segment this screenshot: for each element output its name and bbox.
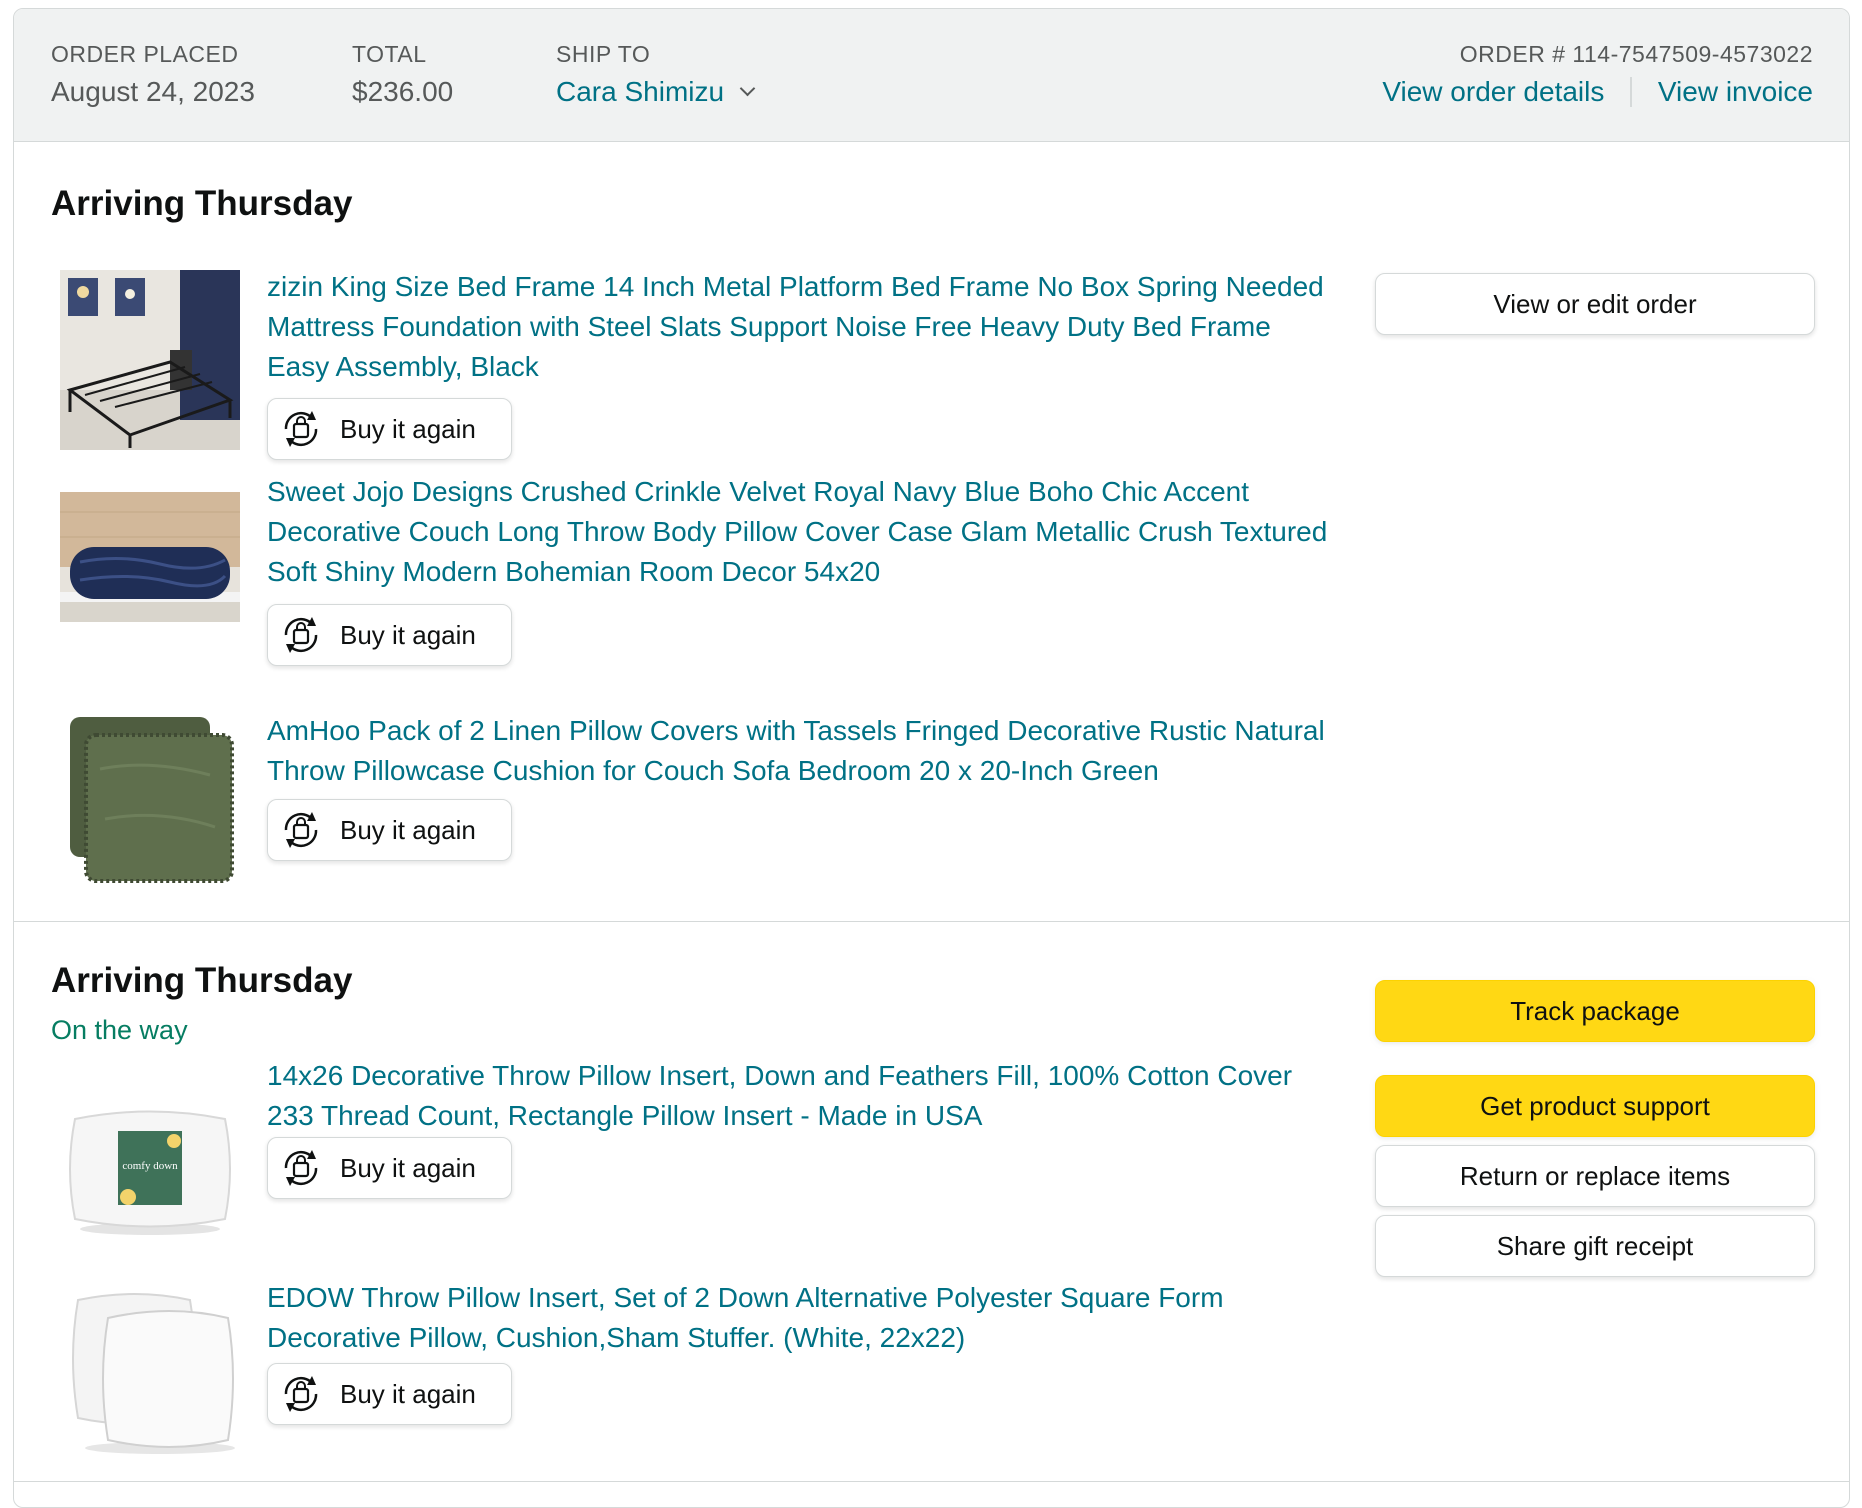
navy-body-pillow-image[interactable] (60, 487, 240, 627)
buy-again-icon (276, 1369, 326, 1419)
buy-again-icon (276, 404, 326, 454)
white-pillow-inserts-image[interactable] (60, 1278, 240, 1458)
ship-to-name[interactable]: Cara Shimizu (556, 76, 724, 108)
order-links: View order details View invoice (1382, 76, 1813, 108)
buy-it-again-button[interactable]: Buy it again (267, 799, 512, 861)
order-placed-date: August 24, 2023 (51, 76, 255, 107)
link-divider (1630, 77, 1632, 107)
buy-again-icon (276, 610, 326, 660)
buy-it-again-label: Buy it again (340, 619, 476, 650)
ship-to-label: SHIP TO (556, 41, 651, 67)
order-total-label: TOTAL (352, 41, 427, 67)
buy-again-icon (276, 805, 326, 855)
pillow-tag-text: comfy down (122, 1160, 178, 1172)
order-total-value: $236.00 (352, 76, 454, 107)
buy-it-again-label: Buy it again (340, 814, 476, 845)
buy-it-again-label: Buy it again (340, 1152, 476, 1183)
buy-it-again-button[interactable]: Buy it again (267, 1137, 512, 1199)
bed-frame-image[interactable] (60, 270, 240, 450)
order-placed-section: ORDER PLACED August 24, 2023 (51, 41, 255, 108)
shipment-status: On the way (51, 1015, 188, 1045)
share-gift-receipt-button[interactable]: Share gift receipt (1375, 1215, 1815, 1277)
order-card: ORDER PLACED August 24, 2023 TOTAL $236.… (13, 8, 1850, 1508)
order-header: ORDER PLACED August 24, 2023 TOTAL $236.… (14, 9, 1849, 142)
buy-it-again-button[interactable]: Buy it again (267, 1363, 512, 1425)
buy-it-again-button[interactable]: Buy it again (267, 604, 512, 666)
chevron-down-icon[interactable] (739, 80, 756, 96)
track-package-button[interactable]: Track package (1375, 980, 1815, 1042)
buy-it-again-button[interactable]: Buy it again (267, 398, 512, 460)
buy-again-icon (276, 1143, 326, 1193)
return-or-replace-items-button[interactable]: Return or replace items (1375, 1145, 1815, 1207)
shipment-title: Arriving Thursday (51, 184, 353, 223)
order-total-section: TOTAL $236.00 (352, 41, 453, 108)
buy-it-again-label: Buy it again (340, 413, 476, 444)
shipment-2: Arriving Thursday On the way Track packa… (14, 922, 1849, 1482)
view-invoice-link[interactable]: View invoice (1658, 76, 1813, 108)
item-title-link[interactable]: Sweet Jojo Designs Crushed Crinkle Velve… (267, 472, 1332, 592)
get-product-support-button[interactable]: Get product support (1375, 1075, 1815, 1137)
ship-to-section: SHIP TO Cara Shimizu (556, 41, 756, 108)
buy-it-again-label: Buy it again (340, 1378, 476, 1409)
item-title-link[interactable]: zizin King Size Bed Frame 14 Inch Metal … (267, 267, 1332, 387)
view-order-details-link[interactable]: View order details (1382, 76, 1604, 108)
comfy-down-pillow-image[interactable]: comfy down (60, 1079, 240, 1259)
item-title-link[interactable]: 14x26 Decorative Throw Pillow Insert, Do… (267, 1056, 1332, 1136)
order-placed-label: ORDER PLACED (51, 41, 239, 67)
shipment-title: Arriving Thursday (51, 961, 353, 1000)
view-or-edit-order-button[interactable]: View or edit order (1375, 273, 1815, 335)
order-number: ORDER # 114-7547509-4573022 (1459, 41, 1813, 67)
item-title-link[interactable]: AmHoo Pack of 2 Linen Pillow Covers with… (267, 711, 1332, 791)
order-number-section: ORDER # 114-7547509-4573022 View order d… (1382, 41, 1813, 108)
green-pillow-covers-image[interactable] (60, 709, 240, 889)
ship-to-dropdown[interactable]: Cara Shimizu (556, 76, 756, 108)
shipment-1: Arriving Thursday View or edit order ziz… (14, 142, 1849, 922)
item-title-link[interactable]: EDOW Throw Pillow Insert, Set of 2 Down … (267, 1278, 1332, 1358)
